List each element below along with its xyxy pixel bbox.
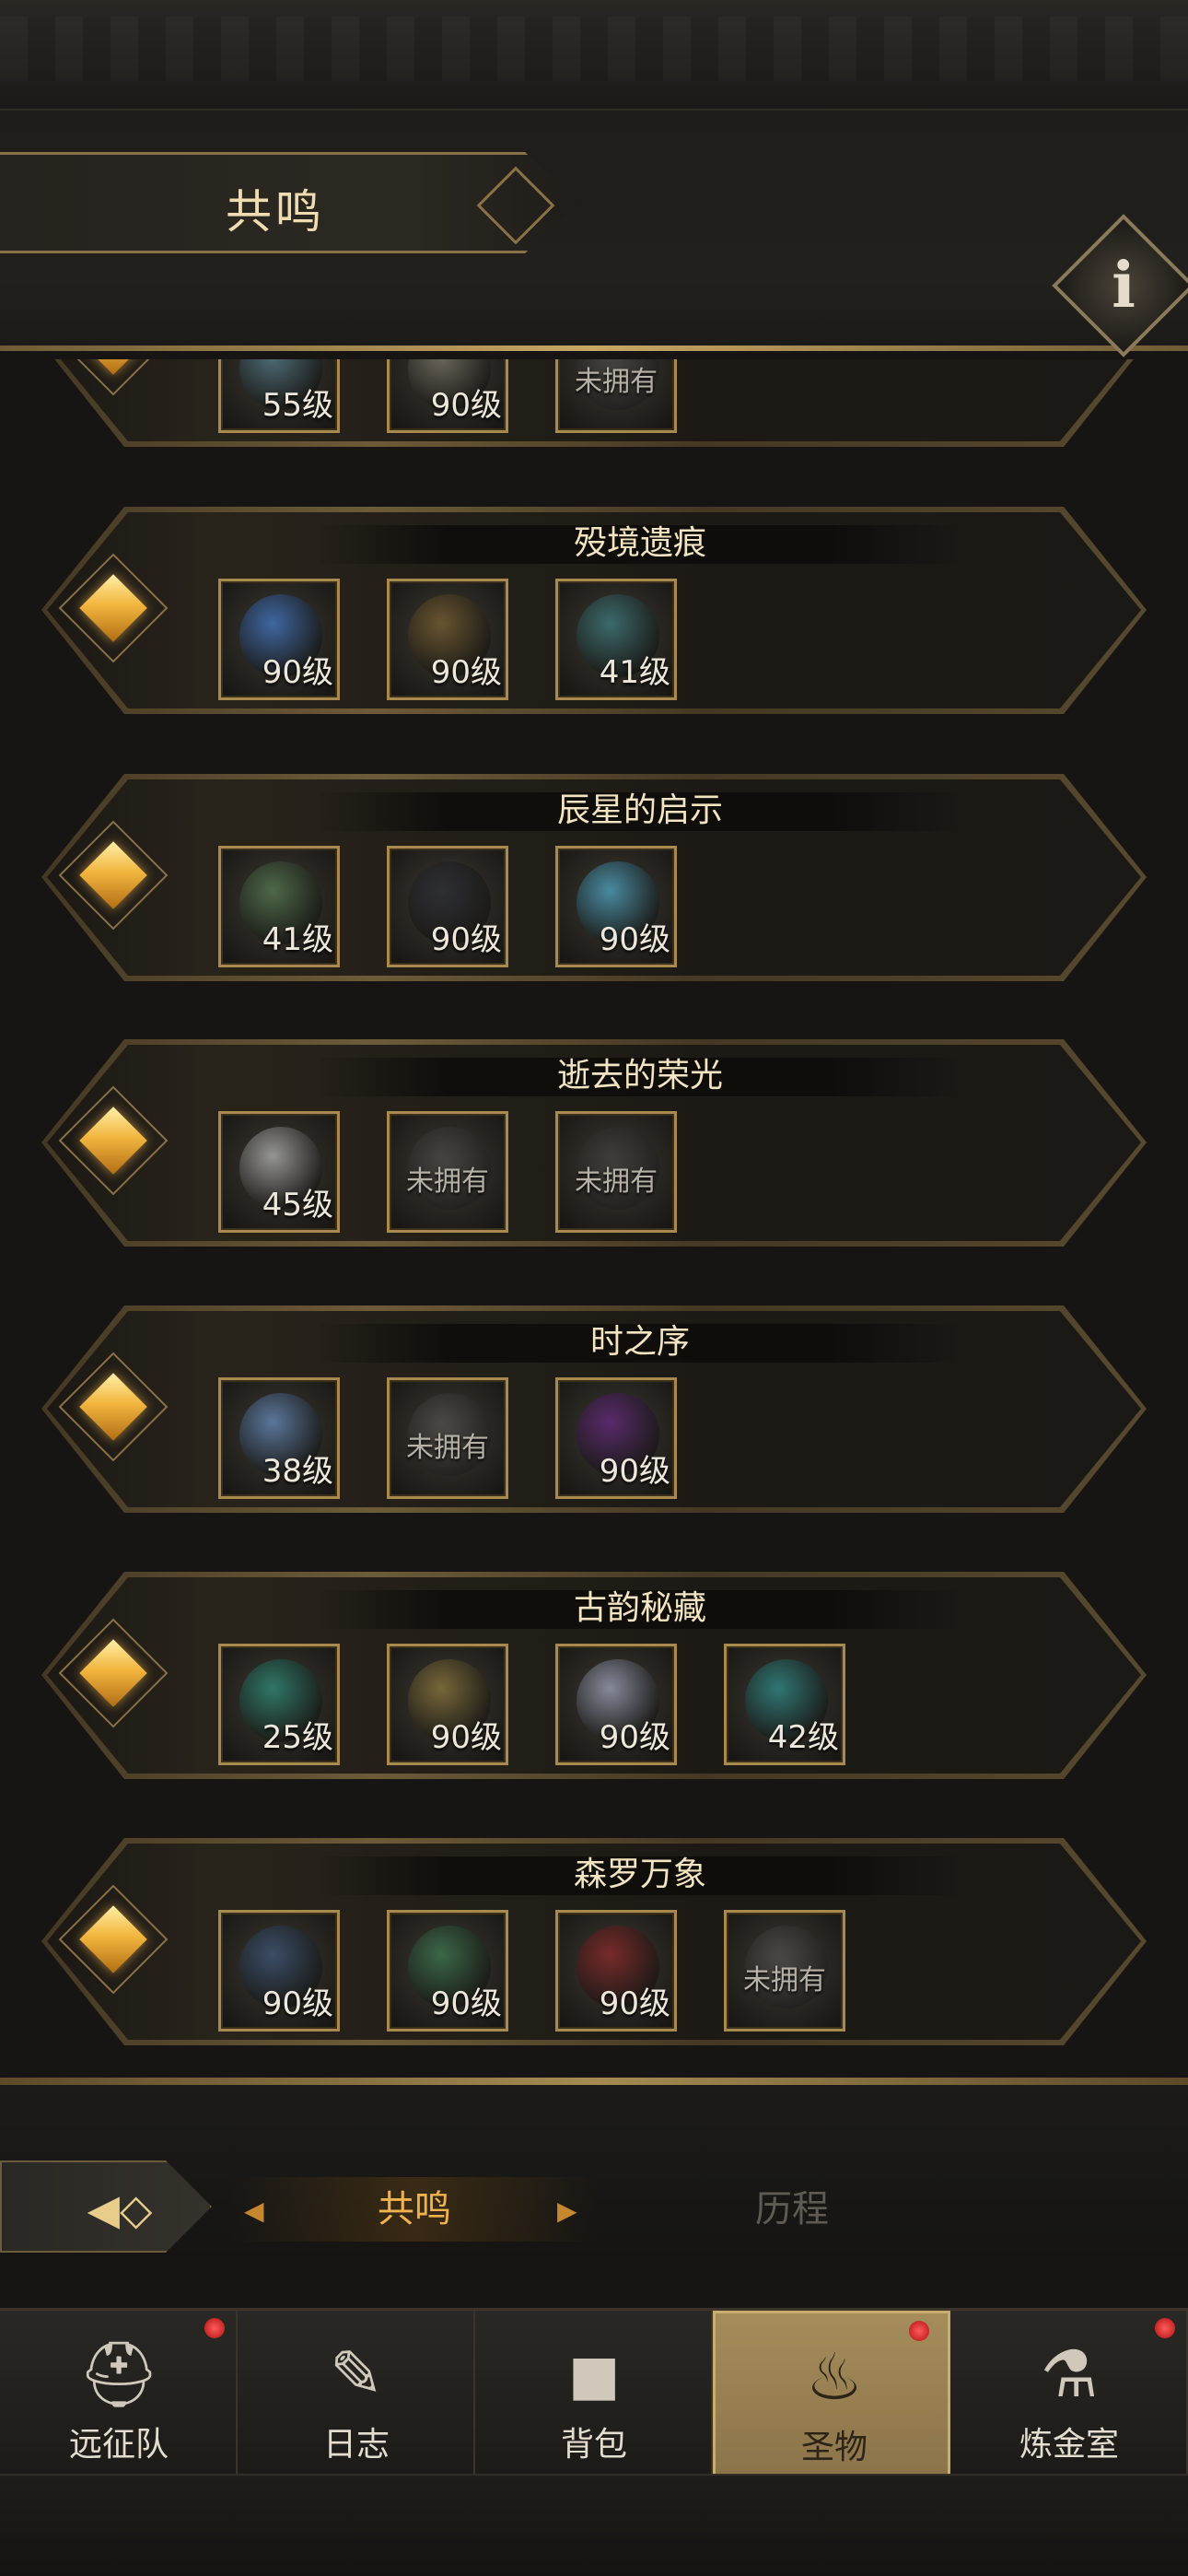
relic-unowned-label: 未拥有 [743, 1964, 826, 1996]
brazier-icon: ♨ [805, 2339, 864, 2415]
nav-item-3[interactable]: ♨ 圣物 [713, 2311, 950, 2476]
relic-slot[interactable]: 90级 [555, 846, 677, 967]
info-icon[interactable]: i [1105, 247, 1142, 324]
relic-slot[interactable]: 90级 [387, 359, 508, 433]
tab-resonance[interactable]: 共鸣 [304, 2182, 525, 2237]
relic-level: 90级 [430, 1985, 502, 2022]
relic-level: 90级 [430, 387, 502, 424]
bottom-navigation: ⛑ 远征队 ✎ 日志 ◼ 背包 ♨ 圣物 ⚗ 炼金室 [0, 2308, 1188, 2476]
relic-level: 90级 [599, 1719, 670, 1756]
relic-slot[interactable]: 38级 [218, 1377, 340, 1499]
bottom-decoration [0, 2474, 1188, 2576]
relic-slot[interactable]: 42级 [724, 1644, 845, 1765]
relic-slot[interactable]: 45级 [218, 1111, 340, 1233]
page-title: 共鸣 [226, 185, 325, 239]
diamond-ornament-icon [476, 166, 555, 245]
nav-item-2[interactable]: ◼ 背包 [475, 2311, 713, 2476]
relic-slot[interactable]: 41级 [555, 579, 677, 700]
relic-level: 90级 [430, 1719, 502, 1756]
relic-slot[interactable]: 55级 [218, 359, 340, 433]
back-arrow-icon[interactable]: ◀◇ [64, 2182, 175, 2237]
set-title: 辰星的启示 [556, 791, 723, 829]
nav-label: 炼金室 [1019, 2426, 1119, 2464]
relic-level: 90级 [430, 654, 502, 691]
nav-label: 远征队 [68, 2426, 169, 2464]
set-title: 森罗万象 [573, 1856, 706, 1893]
resonance-set-list[interactable]: 55级 90级 未拥有 殁境遗痕 90级 90级 41级 辰星的启示 41级 90级 90级 逝去的荣… [0, 359, 1188, 2082]
relic-slot[interactable]: 未拥有 [555, 359, 677, 433]
resonance-set[interactable]: 逝去的荣光 45级 未拥有 未拥有 [41, 1039, 1147, 1247]
relic-level: 90级 [599, 1453, 670, 1490]
relic-level: 90级 [599, 921, 670, 958]
relic-level: 25级 [262, 1719, 333, 1756]
relic-slot[interactable]: 25级 [218, 1644, 340, 1765]
resonance-set[interactable]: 辰星的启示 41级 90级 90级 [41, 774, 1147, 981]
set-title: 殁境遗痕 [573, 524, 706, 562]
resonance-set[interactable]: 时之序 38级 未拥有 90级 [41, 1306, 1147, 1513]
relic-slot[interactable]: 90级 [218, 579, 340, 700]
notification-badge [1155, 2318, 1175, 2338]
tab-arrow-left-icon: ◀ [244, 2195, 264, 2226]
relic-slot[interactable]: 未拥有 [387, 1111, 508, 1233]
nav-label: 日志 [322, 2426, 390, 2464]
tab-arrow-right-icon: ▶ [557, 2195, 577, 2226]
relic-slot[interactable]: 未拥有 [387, 1377, 508, 1499]
nav-item-1[interactable]: ✎ 日志 [238, 2311, 475, 2476]
footer-divider [0, 2078, 1188, 2085]
relic-slot[interactable]: 41级 [218, 846, 340, 967]
resonance-set[interactable]: 55级 90级 未拥有 [41, 359, 1147, 447]
alchemy-icon: ⚗ [1040, 2336, 1099, 2412]
relic-level: 90级 [599, 1985, 670, 2022]
helmet-icon: ⛑ [77, 2336, 160, 2412]
set-title: 古韵秘藏 [573, 1589, 706, 1627]
relic-slot[interactable]: 未拥有 [555, 1111, 677, 1233]
notification-badge [909, 2321, 929, 2341]
relic-level: 90级 [430, 921, 502, 958]
relic-slot[interactable]: 未拥有 [724, 1910, 845, 2032]
resonance-set[interactable]: 古韵秘藏 25级 90级 90级 42级 [41, 1572, 1147, 1779]
header: 共鸣 [0, 111, 1188, 351]
relic-unowned-label: 未拥有 [575, 1165, 658, 1198]
relic-slot[interactable]: 90级 [387, 1644, 508, 1765]
relic-slot[interactable]: 90级 [387, 846, 508, 967]
resonance-set[interactable]: 森罗万象 90级 90级 90级 未拥有 [41, 1838, 1147, 2045]
notification-badge [204, 2318, 225, 2338]
relic-level: 38级 [262, 1453, 333, 1490]
set-title: 逝去的荣光 [556, 1057, 723, 1095]
relic-level: 90级 [262, 1985, 333, 2022]
relic-level: 45级 [262, 1187, 333, 1224]
relic-unowned-label: 未拥有 [406, 1432, 489, 1464]
resonance-set[interactable]: 殁境遗痕 90级 90级 41级 [41, 507, 1147, 714]
tab-history[interactable]: 历程 [681, 2182, 903, 2237]
relic-slot[interactable]: 90级 [555, 1377, 677, 1499]
relic-slot[interactable]: 90级 [555, 1644, 677, 1765]
relic-unowned-label: 未拥有 [575, 366, 658, 398]
top-decoration [0, 0, 1188, 111]
nav-label: 圣物 [800, 2429, 868, 2466]
relic-unowned-label: 未拥有 [406, 1165, 489, 1198]
nav-item-4[interactable]: ⚗ 炼金室 [950, 2311, 1188, 2476]
relic-slot[interactable]: 90级 [555, 1910, 677, 2032]
journal-icon: ✎ [329, 2336, 384, 2412]
sub-tab-bar: ◀◇ ◀ 共鸣 ▶ 历程 [0, 2085, 1188, 2269]
header-divider [0, 345, 1188, 351]
relic-slot[interactable]: 90级 [387, 579, 508, 700]
backpack-icon: ◼ [566, 2336, 622, 2412]
set-title: 时之序 [589, 1323, 690, 1361]
relic-level: 55级 [262, 387, 333, 424]
nav-label: 背包 [560, 2426, 627, 2464]
nav-item-0[interactable]: ⛑ 远征队 [0, 2311, 238, 2476]
relic-level: 41级 [262, 921, 333, 958]
relic-slot[interactable]: 90级 [387, 1910, 508, 2032]
relic-level: 41级 [599, 654, 670, 691]
relic-level: 90级 [262, 654, 333, 691]
relic-slot[interactable]: 90级 [218, 1910, 340, 2032]
relic-level: 42级 [767, 1719, 839, 1756]
